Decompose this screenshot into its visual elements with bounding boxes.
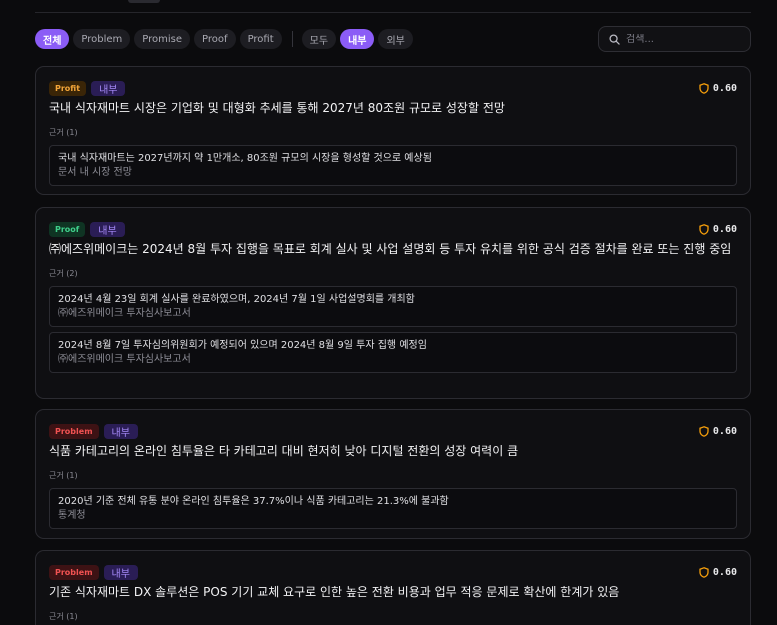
evidence-item: 2024년 8월 7일 투자심의위원회가 예정되어 있으며 2024년 8월 9… xyxy=(49,332,737,373)
score-value: 0.60 xyxy=(712,223,737,235)
score-value: 0.60 xyxy=(712,82,737,94)
type-badge: Profit xyxy=(49,80,87,96)
evidence-item: 국내 식자재마트는 2027년까지 약 1만개소, 80조원 규모의 시장을 형… xyxy=(49,145,737,186)
scope-badge: 내부 xyxy=(90,221,125,237)
search-box[interactable] xyxy=(598,26,751,52)
score-value: 0.60 xyxy=(712,566,737,578)
scope-badge: 내부 xyxy=(91,80,126,96)
shield-icon xyxy=(699,82,709,94)
shield-icon xyxy=(699,425,709,437)
claim-text: ㈜에즈위메이크는 2024년 8월 투자 집행을 목표로 회계 실사 및 사업 … xyxy=(49,242,732,256)
evidence-text: 2020년 기준 전체 유통 분야 온라인 침투율은 37.7%이나 식품 카테… xyxy=(58,496,449,507)
header-divider xyxy=(35,12,751,13)
filter-type-all[interactable]: 전체 xyxy=(35,29,70,49)
search-icon xyxy=(609,33,620,45)
evidence-text: 2024년 4월 23일 회계 실사를 완료하였으며, 2024년 7월 1일 … xyxy=(58,294,415,305)
filter-scope-all[interactable]: 모두 xyxy=(301,29,337,49)
shield-icon xyxy=(699,223,709,235)
claim-text: 식품 카테고리의 온라인 침투율은 타 카테고리 대비 현저히 낮아 디지털 전… xyxy=(49,444,519,458)
claim-text: 국내 식자재마트 시장은 기업화 및 대형화 추세를 통해 2027년 80조원… xyxy=(49,101,505,115)
search-input[interactable] xyxy=(626,33,736,45)
filter-toolbar: 전체 Problem Promise Proof Profit 모두 내부 외부 xyxy=(35,26,751,52)
scope-badge: 내부 xyxy=(103,423,138,439)
filter-type-proof[interactable]: Proof xyxy=(194,29,236,49)
type-badge: Problem xyxy=(49,564,99,580)
claim-card[interactable]: Proof 내부 0.60 ㈜에즈위메이크는 2024년 8월 투자 집행을 목… xyxy=(35,207,751,399)
type-badge: Problem xyxy=(49,423,99,439)
evidence-count-label: 근거 (1) xyxy=(49,471,78,480)
claim-text: 기존 식자재마트 DX 솔루션은 POS 기기 교체 요구로 인한 높은 전환 … xyxy=(49,585,620,599)
shield-icon xyxy=(699,566,709,578)
score-value: 0.60 xyxy=(712,425,737,437)
evidence-source: 문서 내 시장 전망 xyxy=(58,167,132,178)
evidence-count-label: 근거 (2) xyxy=(49,269,78,278)
confidence-score: 0.60 xyxy=(699,224,737,235)
filter-type-profit[interactable]: Profit xyxy=(239,29,282,49)
claim-card[interactable]: Problem 내부 0.60 기존 식자재마트 DX 솔루션은 POS 기기 … xyxy=(35,550,751,625)
filter-scope-external[interactable]: 외부 xyxy=(378,29,413,49)
evidence-source: ㈜에즈위메이크 투자심사보고서 xyxy=(58,354,191,365)
evidence-source: ㈜에즈위메이크 투자심사보고서 xyxy=(58,308,191,319)
scope-badge: 내부 xyxy=(103,564,138,580)
claim-card[interactable]: Problem 내부 0.60 식품 카테고리의 온라인 침투율은 타 카테고리… xyxy=(35,409,751,539)
filter-type-promise[interactable]: Promise xyxy=(134,29,191,49)
filter-scope-internal[interactable]: 내부 xyxy=(340,29,375,49)
confidence-score: 0.60 xyxy=(699,567,737,578)
evidence-count-label: 근거 (1) xyxy=(49,612,78,621)
filter-divider xyxy=(291,31,293,47)
evidence-source: 통계청 xyxy=(58,510,86,521)
type-badge: Proof xyxy=(49,221,86,237)
filter-type-problem[interactable]: Problem xyxy=(73,29,131,49)
claim-card[interactable]: Profit 내부 0.60 국내 식자재마트 시장은 기업화 및 대형화 추세… xyxy=(35,66,751,195)
confidence-score: 0.60 xyxy=(699,83,737,94)
evidence-count-label: 근거 (1) xyxy=(49,128,78,137)
evidence-text: 2024년 8월 7일 투자심의위원회가 예정되어 있으며 2024년 8월 9… xyxy=(58,340,427,351)
evidence-item: 2020년 기준 전체 유통 분야 온라인 침투율은 37.7%이나 식품 카테… xyxy=(49,488,737,529)
confidence-score: 0.60 xyxy=(699,426,737,437)
evidence-text: 국내 식자재마트는 2027년까지 약 1만개소, 80조원 규모의 시장을 형… xyxy=(58,153,432,164)
evidence-item: 2024년 4월 23일 회계 실사를 완료하였으며, 2024년 7월 1일 … xyxy=(49,286,737,327)
top-tab-indicator xyxy=(128,0,160,3)
